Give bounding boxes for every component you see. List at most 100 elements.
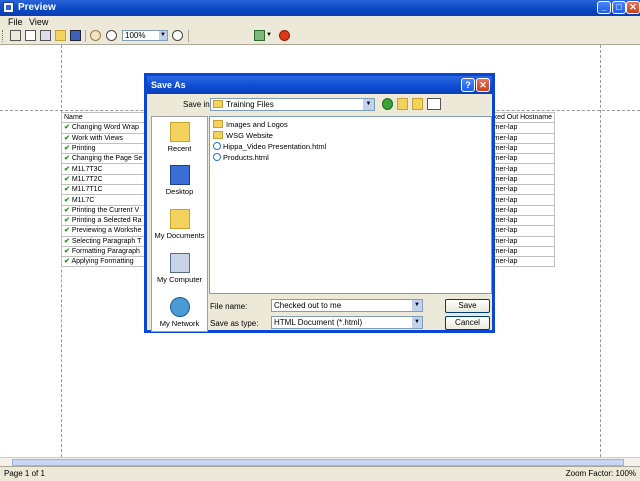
scrollbar-thumb[interactable] [12, 459, 624, 466]
hand-icon[interactable] [90, 30, 101, 41]
cancel-button[interactable]: Cancel [445, 316, 490, 330]
ie-html-icon [213, 153, 221, 161]
export-dropdown-icon[interactable]: ▼ [266, 30, 272, 41]
minimize-button[interactable]: _ [597, 1, 611, 14]
new-folder-icon[interactable] [412, 98, 423, 110]
save-in-label: Save in: [183, 100, 212, 109]
folder-icon [213, 131, 223, 139]
save-as-type-value: HTML Document (*.html) [274, 318, 363, 327]
open-icon[interactable] [40, 30, 51, 41]
back-icon[interactable] [382, 98, 393, 110]
dialog-title-bar: Save As ? ✕ [147, 76, 492, 94]
save-icon[interactable] [70, 30, 81, 41]
zoom-combo[interactable]: 100% ▼ [122, 30, 168, 41]
file-name-field[interactable]: Checked out to me ▼ [271, 299, 423, 312]
chevron-down-icon[interactable]: ▼ [363, 99, 374, 110]
status-bar: Page 1 of 1 Zoom Factor: 100% [0, 466, 640, 481]
row-host: mer-lap [490, 225, 556, 237]
place-desktop[interactable]: Desktop [152, 165, 207, 196]
views-menu-icon[interactable] [427, 98, 441, 110]
row-host: mer-lap [490, 256, 556, 268]
file-item[interactable]: Products.html [213, 153, 269, 162]
place-label: My Network [159, 319, 200, 328]
row-name: Work with Views [71, 134, 123, 142]
place-label: Recent [167, 144, 192, 153]
row-host: mer-lap [490, 204, 556, 216]
check-icon: ✔ [64, 258, 70, 266]
row-name: Changing the Page Se [71, 155, 143, 163]
toolbar-grip [2, 30, 5, 42]
file-name-label: File name: [210, 302, 248, 311]
place-recent[interactable]: Recent [152, 122, 207, 153]
row-host: mer-lap [490, 142, 556, 155]
app-icon [3, 2, 14, 13]
folder-icon [213, 100, 223, 108]
save-in-combo[interactable]: Training Files ▼ [210, 98, 375, 111]
row-host: mer-lap [490, 173, 556, 186]
save-in-value: Training Files [226, 100, 274, 109]
menu-bar: File View [0, 16, 640, 28]
check-icon: ✔ [64, 145, 70, 153]
toolbar-separator [85, 30, 86, 42]
place-my-network[interactable]: My Network [152, 297, 207, 328]
status-page: Page 1 of 1 [4, 469, 45, 478]
toolbar: 100% ▼ ▼ [0, 28, 640, 45]
row-name: M1L7T3C [71, 165, 103, 173]
row-host: mer-lap [490, 122, 556, 134]
dialog-close-button[interactable]: ✕ [476, 78, 490, 92]
row-name: Printing the Current V [71, 206, 140, 214]
check-icon: ✔ [64, 217, 70, 225]
file-name: WSG Website [226, 131, 273, 140]
my-network-icon [169, 297, 190, 317]
row-host: mer-lap [490, 153, 556, 165]
place-my-computer[interactable]: My Computer [152, 253, 207, 284]
chevron-down-icon[interactable]: ▼ [412, 300, 422, 311]
check-icon: ✔ [64, 237, 70, 245]
row-host: mer-lap [490, 245, 556, 258]
save-button[interactable]: Save [445, 299, 490, 313]
book-icon[interactable] [10, 30, 21, 41]
row-name: Selecting Paragraph T [71, 237, 142, 245]
desktop-icon [169, 165, 190, 185]
check-icon: ✔ [64, 186, 70, 194]
places-bar: Recent Desktop My Documents My Computer … [151, 116, 208, 332]
export-icon[interactable] [254, 30, 265, 41]
help-button[interactable]: ? [461, 78, 475, 92]
zoom-out-icon[interactable] [106, 30, 117, 41]
my-computer-icon [169, 253, 190, 273]
place-my-documents[interactable]: My Documents [152, 209, 207, 240]
chevron-down-icon[interactable]: ▼ [412, 317, 422, 328]
page-setup-icon[interactable] [25, 30, 36, 41]
row-name: Formatting Paragraph [71, 248, 140, 255]
menu-view[interactable]: View [29, 16, 48, 28]
up-folder-icon[interactable] [397, 98, 408, 110]
save-as-type-label: Save as type: [210, 319, 259, 328]
save-as-type-select[interactable]: HTML Document (*.html) ▼ [271, 316, 423, 329]
maximize-button[interactable]: □ [612, 1, 626, 14]
chevron-down-icon[interactable]: ▼ [159, 31, 167, 40]
file-item[interactable]: WSG Website [213, 131, 273, 140]
dialog-title: Save As [151, 80, 186, 90]
row-name: Changing Word Wrap [71, 124, 139, 132]
file-name: Products.html [223, 153, 269, 162]
file-item[interactable]: Images and Logos [213, 120, 288, 129]
window-title: Preview [18, 2, 56, 13]
folder-icon[interactable] [55, 30, 66, 41]
my-documents-icon [169, 209, 190, 229]
stop-icon[interactable] [279, 30, 290, 41]
menu-file[interactable]: File [8, 16, 23, 28]
file-list: Images and Logos WSG Website Hippa_Video… [209, 116, 492, 294]
file-item[interactable]: Hippa_Video Presentation.html [213, 142, 326, 151]
file-name: Hippa_Video Presentation.html [223, 142, 327, 151]
zoom-in-icon[interactable] [172, 30, 183, 41]
check-icon: ✔ [64, 124, 70, 132]
check-icon: ✔ [64, 196, 70, 204]
status-zoom: Zoom Factor: 100% [565, 469, 636, 478]
row-name: Applying Formatting [71, 258, 134, 266]
place-label: My Computer [156, 275, 202, 284]
place-label: My Documents [154, 231, 205, 240]
close-button[interactable]: ✕ [626, 1, 640, 14]
row-name: Printing a Selected Ra [71, 217, 142, 225]
ie-html-icon [213, 142, 221, 150]
col-header-hostname: ked Out Hostname [490, 111, 556, 124]
